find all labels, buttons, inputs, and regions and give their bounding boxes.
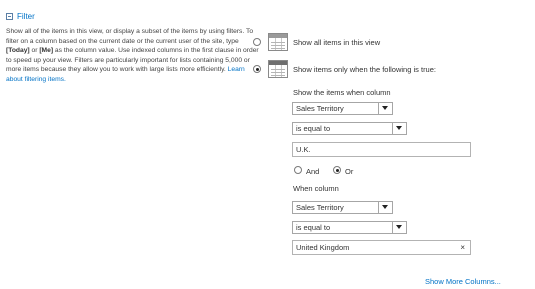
filter2-operator-select[interactable]: is equal to bbox=[292, 221, 407, 234]
chevron-down-icon[interactable] bbox=[378, 103, 392, 114]
collapse-icon[interactable] bbox=[6, 13, 13, 20]
and-label[interactable]: And bbox=[306, 167, 319, 176]
filter1-value-text: U.K. bbox=[296, 145, 311, 154]
filter1-value-input[interactable]: U.K. bbox=[292, 142, 471, 157]
show-all-label[interactable]: Show all items in this view bbox=[293, 38, 380, 47]
filter1-column-select[interactable]: Sales Territory bbox=[292, 102, 393, 115]
show-more-columns-link[interactable]: Show More Columns... bbox=[425, 277, 501, 286]
all-items-view-icon bbox=[268, 33, 288, 51]
description-today-token: [Today] bbox=[6, 47, 30, 54]
chevron-down-icon[interactable] bbox=[378, 202, 392, 213]
description-text-2: or bbox=[29, 47, 40, 54]
show-filtered-radio[interactable] bbox=[253, 65, 261, 73]
filter2-column-select[interactable]: Sales Territory bbox=[292, 201, 393, 214]
filter1-operator-value: is equal to bbox=[296, 124, 331, 133]
clear-icon[interactable]: × bbox=[460, 241, 465, 254]
or-label[interactable]: Or bbox=[345, 167, 353, 176]
filter1-column-value: Sales Territory bbox=[296, 104, 344, 113]
and-radio[interactable] bbox=[294, 166, 302, 174]
or-radio[interactable] bbox=[333, 166, 341, 174]
show-filtered-label[interactable]: Show items only when the following is tr… bbox=[293, 65, 436, 74]
filter1-operator-select[interactable]: is equal to bbox=[292, 122, 407, 135]
chevron-down-icon[interactable] bbox=[392, 222, 406, 233]
description-text-1: Show all of the items in this view, or d… bbox=[6, 28, 254, 45]
filter-section-header[interactable]: Filter bbox=[6, 12, 35, 21]
description-me-token: [Me] bbox=[39, 47, 54, 54]
filter1-label: Show the items when column bbox=[293, 88, 391, 97]
section-title[interactable]: Filter bbox=[17, 12, 35, 21]
filter2-operator-value: is equal to bbox=[296, 223, 331, 232]
filtered-view-icon bbox=[268, 60, 288, 78]
filter2-value-input[interactable]: United Kingdom × bbox=[292, 240, 471, 255]
filter2-value-text: United Kingdom bbox=[296, 243, 350, 252]
filter-description: Show all of the items in this view, or d… bbox=[6, 27, 260, 84]
filter2-label: When column bbox=[293, 184, 339, 193]
show-all-radio[interactable] bbox=[253, 38, 261, 46]
chevron-down-icon[interactable] bbox=[392, 123, 406, 134]
filter2-column-value: Sales Territory bbox=[296, 203, 344, 212]
filter-settings-page: Filter Show all of the items in this vie… bbox=[0, 0, 535, 289]
